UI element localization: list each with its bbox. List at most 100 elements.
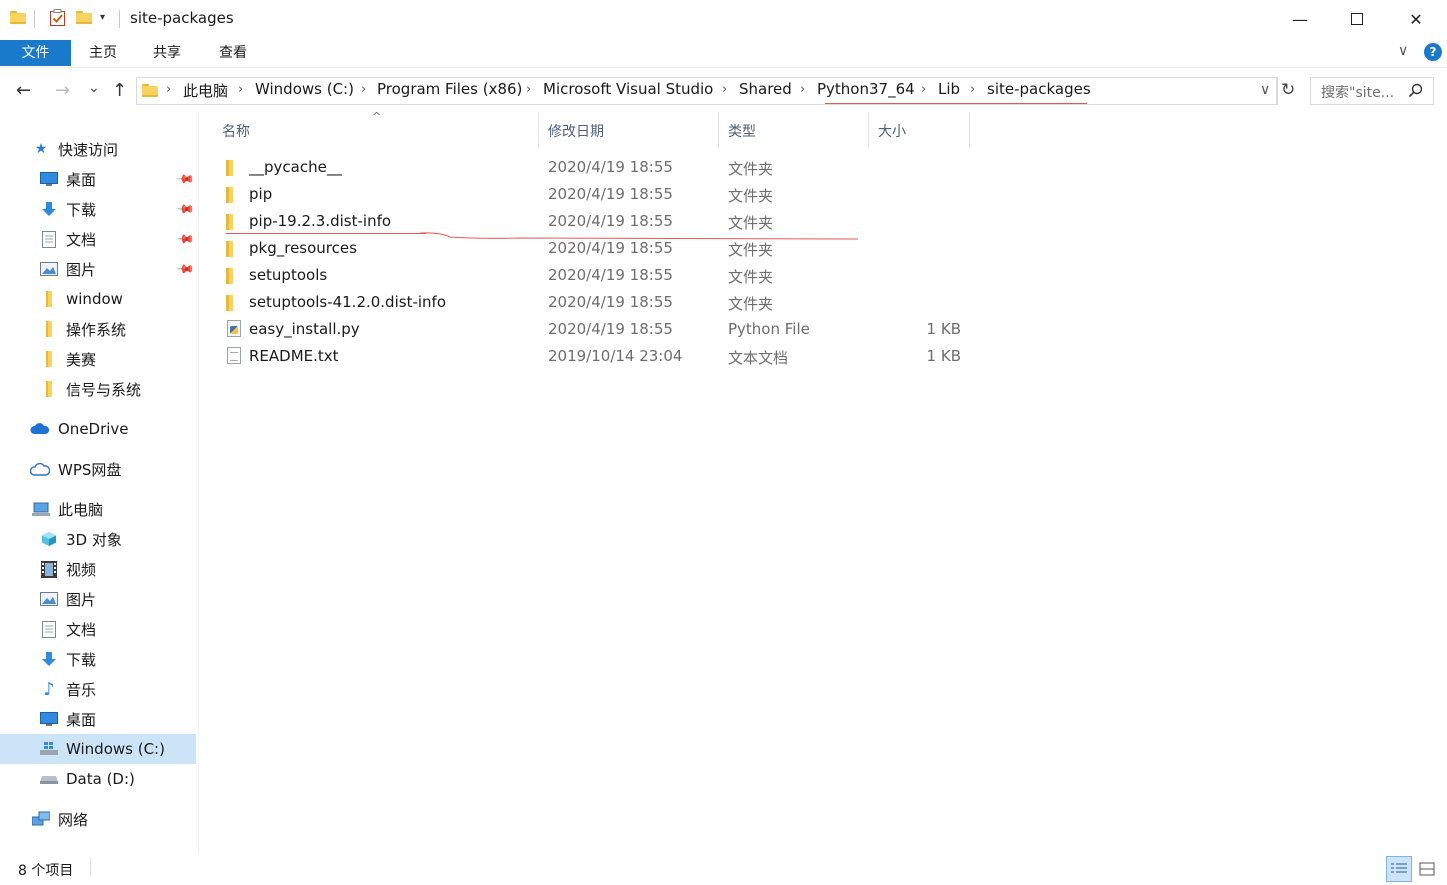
sidebar-item-window[interactable]: window (0, 284, 196, 314)
pane-divider[interactable] (198, 112, 199, 852)
properties-check-icon[interactable] (49, 9, 67, 27)
file-name: __pycache__ (249, 158, 342, 176)
pin-icon[interactable]: 📌 (175, 199, 195, 219)
document-icon (40, 230, 58, 248)
folder-icon (226, 241, 233, 261)
sidebar-item-desktop-pc[interactable]: 桌面 (0, 704, 196, 734)
computer-icon (32, 501, 50, 517)
breadcrumb-separator[interactable]: › (361, 82, 366, 97)
sidebar-item-3d-objects[interactable]: 3D 对象 (0, 524, 196, 554)
sidebar-item-onedrive[interactable]: OneDrive (0, 414, 196, 444)
file-row[interactable]: __pycache__ 2020/4/19 18:55 文件夹 (218, 154, 988, 181)
tab-view[interactable]: 查看 (210, 40, 256, 66)
file-name: pip (249, 185, 273, 203)
search-icon[interactable] (1408, 83, 1423, 102)
sidebar-item-label: 快速访问 (58, 140, 119, 159)
file-row[interactable]: pip 2020/4/19 18:55 文件夹 (218, 181, 988, 208)
breadcrumb-microsoft-visual-studio[interactable]: Microsoft Visual Studio (543, 80, 713, 98)
picture-icon (40, 591, 58, 607)
column-header-date[interactable]: 修改日期 (548, 121, 604, 141)
file-name: README.txt (249, 347, 339, 365)
details-view-button[interactable] (1386, 856, 1412, 882)
sidebar-item-data-d[interactable]: Data (D:) (0, 764, 196, 794)
sidebar-item-wps[interactable]: WPS网盘 (0, 454, 196, 484)
forward-button[interactable]: → (55, 80, 70, 101)
ribbon-expand-icon[interactable]: ∨ (1398, 43, 1408, 59)
python-file-icon (227, 320, 241, 337)
sidebar-item-documents-pc[interactable]: 文档 (0, 614, 196, 644)
tab-home[interactable]: 主页 (80, 40, 126, 66)
recent-locations-button[interactable]: ⌄ (88, 80, 100, 96)
sort-ascending-icon: ^ (372, 110, 382, 123)
breadcrumb-python37-64[interactable]: Python37_64 (817, 80, 915, 98)
customize-toolbar-icon[interactable]: ▾ (100, 12, 105, 23)
pin-icon[interactable]: 📌 (175, 169, 195, 189)
sidebar-item-downloads-pc[interactable]: 下载 (0, 644, 196, 674)
sidebar-item-videos[interactable]: 视频 (0, 554, 196, 584)
breadcrumb-separator[interactable]: › (526, 82, 531, 97)
sidebar-item-signals[interactable]: 信号与系统 (0, 374, 196, 404)
sidebar-item-windows-c[interactable]: Windows (C:) (0, 734, 196, 764)
file-row[interactable]: easy_install.py 2020/4/19 18:55 Python Fil… (218, 316, 988, 343)
back-button[interactable]: ← (16, 80, 31, 101)
column-divider[interactable] (538, 112, 539, 148)
breadcrumb-lib[interactable]: Lib (938, 80, 960, 98)
sidebar-item-label: OneDrive (58, 420, 129, 438)
sidebar-item-music[interactable]: ♪ 音乐 (0, 674, 196, 704)
qa-separator (34, 10, 35, 28)
sidebar-item-pictures[interactable]: 图片 📌 (0, 254, 196, 284)
sidebar-item-quick-access[interactable]: ★ 快速访问 (0, 134, 196, 164)
sidebar-item-pictures-pc[interactable]: 图片 (0, 584, 196, 614)
column-divider[interactable] (868, 112, 869, 148)
breadcrumb-windows-c[interactable]: Windows (C:) (255, 80, 354, 98)
column-divider[interactable] (718, 112, 719, 148)
breadcrumb-separator[interactable]: › (970, 82, 975, 97)
sidebar-item-this-pc[interactable]: 此电脑 (0, 494, 196, 524)
close-button[interactable]: ✕ (1387, 0, 1445, 38)
sidebar-item-documents[interactable]: 文档 📌 (0, 224, 196, 254)
breadcrumb-program-files-x86[interactable]: Program Files (x86) (377, 80, 522, 98)
breadcrumb-separator[interactable]: › (800, 82, 805, 97)
breadcrumb-site-packages[interactable]: site-packages (987, 80, 1091, 98)
file-row[interactable]: setuptools-41.2.0.dist-info 2020/4/19 18:… (218, 289, 988, 316)
pin-icon[interactable]: 📌 (175, 229, 195, 249)
column-header-size[interactable]: 大小 (878, 121, 906, 141)
maximize-button[interactable] (1328, 0, 1386, 38)
up-button[interactable]: ↑ (112, 80, 127, 101)
sidebar-item-downloads[interactable]: 下载 📌 (0, 194, 196, 224)
breadcrumb-separator[interactable]: › (166, 82, 171, 97)
sidebar-item-network[interactable]: 网络 (0, 804, 196, 834)
help-icon[interactable]: ? (1424, 43, 1442, 61)
large-icons-view-button[interactable] (1414, 856, 1440, 882)
file-row[interactable]: setuptools 2020/4/19 18:55 文件夹 (218, 262, 988, 289)
file-type: 文件夹 (728, 295, 774, 313)
address-dropdown-icon[interactable]: ∨ (1260, 82, 1270, 98)
breadcrumb-shared[interactable]: Shared (739, 80, 792, 98)
refresh-icon[interactable]: ↻ (1281, 80, 1295, 100)
column-divider[interactable] (969, 112, 970, 148)
pin-icon[interactable]: 📌 (175, 259, 195, 279)
music-icon: ♪ (43, 678, 55, 700)
sidebar-item-desktop[interactable]: 桌面 📌 (0, 164, 196, 194)
tab-file[interactable]: 文件 (0, 40, 71, 66)
tab-share[interactable]: 共享 (144, 40, 190, 66)
column-header-name[interactable]: 名称 (222, 121, 250, 141)
new-folder-icon[interactable] (76, 10, 92, 24)
breadcrumb-separator[interactable]: › (722, 82, 727, 97)
folder-icon (40, 321, 58, 337)
file-name: setuptools-41.2.0.dist-info (249, 293, 446, 311)
status-separator (90, 858, 91, 876)
file-name: pip-19.2.3.dist-info (249, 212, 392, 230)
column-header-type[interactable]: 类型 (728, 121, 756, 141)
file-row[interactable]: README.txt 2019/10/14 23:04 文本文档 1 KB (218, 343, 988, 370)
breadcrumb-this-pc[interactable]: 此电脑 (183, 80, 228, 101)
breadcrumb-separator[interactable]: › (238, 82, 243, 97)
sidebar-item-os[interactable]: 操作系统 (0, 314, 196, 344)
sidebar-item-meisai[interactable]: 美赛 (0, 344, 196, 374)
file-type: 文件夹 (728, 187, 774, 205)
document-icon (40, 620, 58, 638)
sidebar-item-label: 文档 (66, 230, 97, 249)
download-icon (40, 651, 58, 667)
breadcrumb-separator[interactable]: › (921, 82, 926, 97)
minimize-button[interactable]: — (1271, 0, 1329, 38)
